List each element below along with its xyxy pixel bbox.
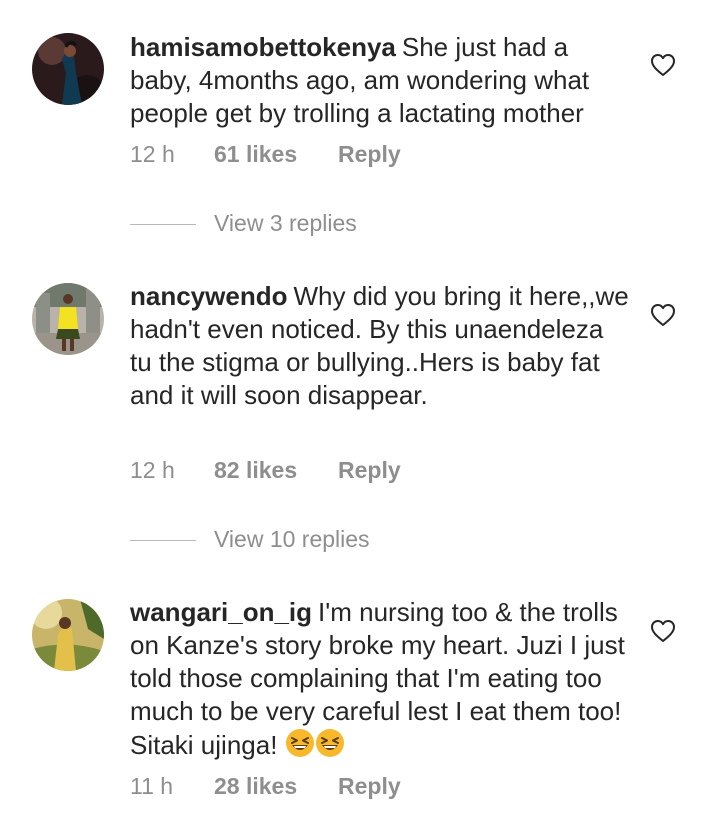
avatar[interactable] xyxy=(32,33,104,105)
timestamp: 12 h xyxy=(130,141,175,167)
comment-text: wangari_on_ig I'm nursing too & the troll… xyxy=(130,596,630,762)
comment-text: hamisamobettokenya She just had a baby, 4… xyxy=(130,31,630,130)
likes-count[interactable]: 82 likes xyxy=(214,457,338,484)
reply-button[interactable]: Reply xyxy=(338,457,401,484)
view-replies-button[interactable]: View 3 replies xyxy=(130,210,357,240)
timestamp: 12 h xyxy=(130,457,175,483)
divider-line xyxy=(130,540,196,542)
likes-count[interactable]: 61 likes xyxy=(214,141,338,168)
reply-button[interactable]: Reply xyxy=(338,773,401,800)
username[interactable]: nancywendo xyxy=(130,281,287,311)
view-replies-label: View 10 replies xyxy=(214,526,370,552)
divider-line xyxy=(130,224,196,226)
avatar[interactable] xyxy=(32,283,104,355)
heart-outline-icon[interactable] xyxy=(650,619,676,643)
grinning-squinting-face-icon xyxy=(285,729,314,757)
heart-outline-icon[interactable] xyxy=(650,303,676,327)
username[interactable]: hamisamobettokenya xyxy=(130,32,396,62)
likes-count[interactable]: 28 likes xyxy=(214,773,338,800)
comment-meta: 12 h 61 likes Reply xyxy=(130,141,401,171)
reply-button[interactable]: Reply xyxy=(338,141,401,168)
comment-text: nancywendo Why did you bring it here,,we … xyxy=(130,280,630,412)
avatar[interactable] xyxy=(32,599,104,671)
comment-meta: 11 h 28 likes Reply xyxy=(130,773,401,803)
grinning-squinting-face-icon xyxy=(315,729,344,757)
view-replies-label: View 3 replies xyxy=(214,210,357,236)
username[interactable]: wangari_on_ig xyxy=(130,597,312,627)
heart-outline-icon[interactable] xyxy=(650,53,676,77)
comment-meta: 12 h 82 likes Reply xyxy=(130,457,401,487)
view-replies-button[interactable]: View 10 replies xyxy=(130,526,370,556)
timestamp: 11 h xyxy=(130,773,174,799)
